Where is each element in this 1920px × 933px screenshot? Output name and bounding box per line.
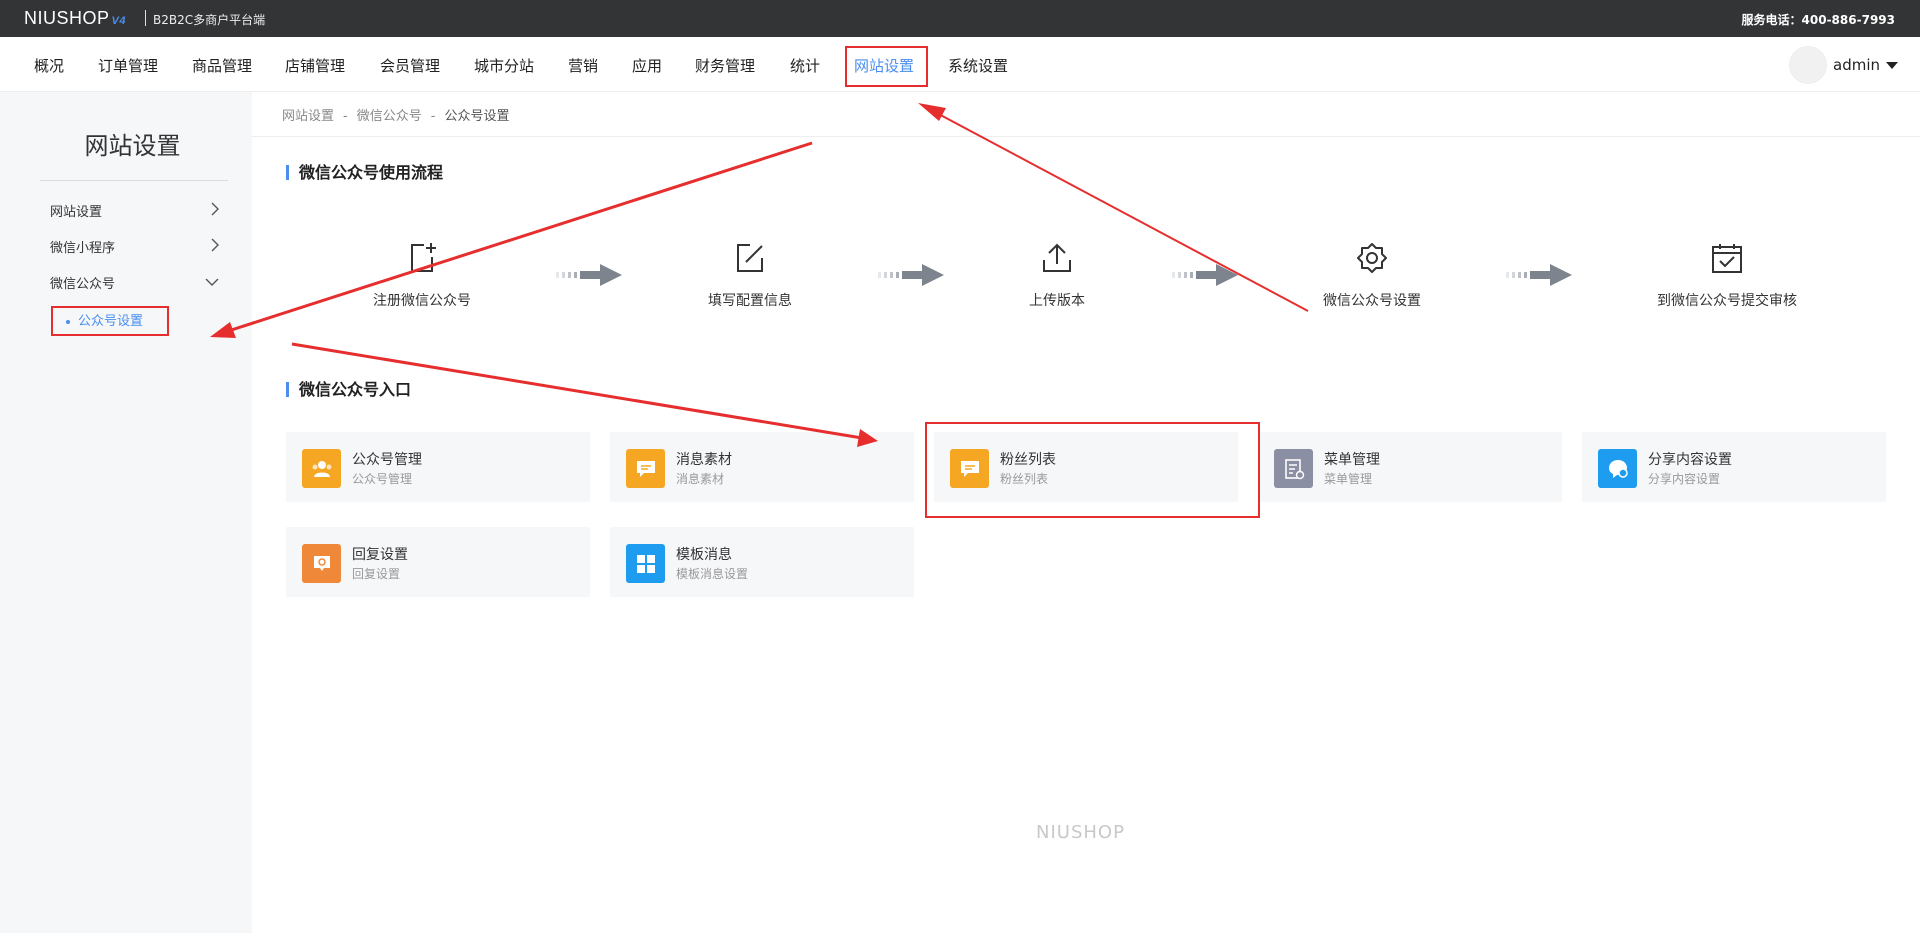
breadcrumb: 网站设置 - 微信公众号 - 公众号设置 <box>282 109 510 124</box>
breadcrumb-divider <box>252 136 1920 137</box>
footer-logo: NIUSHOP <box>1036 822 1125 843</box>
chevron-right-icon <box>211 202 219 216</box>
edit-icon <box>737 244 763 272</box>
card-desc: 公众号管理 <box>352 472 413 486</box>
card-share-settings[interactable]: 分享内容设置 分享内容设置 <box>1582 432 1886 502</box>
card-title: 公众号管理 <box>352 452 422 468</box>
sidebar: 网站设置 网站设置 微信小程序 微信公众号 公众号设置 <box>0 92 252 933</box>
card-title: 模板消息 <box>676 547 732 563</box>
chevron-right-icon <box>211 238 219 252</box>
user-menu[interactable]: admin <box>1789 46 1898 84</box>
template-icon <box>626 544 665 583</box>
menu-icon <box>1274 449 1313 488</box>
sidebar-item-label: 微信小程序 <box>50 241 116 256</box>
sidebar-divider <box>40 180 228 181</box>
card-title: 分享内容设置 <box>1648 452 1732 468</box>
nav-item-overview[interactable]: 概况 <box>34 55 64 76</box>
step-connector-arrow <box>1506 264 1572 286</box>
breadcrumb-item[interactable]: 微信公众号 <box>357 109 422 124</box>
card-message-material[interactable]: 消息素材 消息素材 <box>610 432 914 502</box>
card-menu-management[interactable]: 菜单管理 菜单管理 <box>1258 432 1562 502</box>
message-icon <box>626 449 665 488</box>
step-connector-arrow <box>1172 264 1238 286</box>
annotation-box-fans-card <box>925 422 1260 518</box>
share-icon <box>1598 449 1637 488</box>
card-title: 菜单管理 <box>1324 452 1380 468</box>
nav-item-system-settings[interactable]: 系统设置 <box>948 55 1008 76</box>
step-submit-review: 到微信公众号提交审核 <box>1627 240 1827 310</box>
logo-divider <box>145 10 146 26</box>
brand-logo[interactable]: NIUSHOP V4 <box>24 8 126 29</box>
sidebar-title: 网站设置 <box>84 132 181 160</box>
service-hotline: 服务电话：400-886-7993 <box>1741 13 1895 27</box>
add-page-icon <box>411 243 436 272</box>
entry-section-title: 微信公众号入口 <box>286 382 411 398</box>
avatar <box>1789 46 1827 84</box>
nav-item-shops[interactable]: 店铺管理 <box>285 55 345 76</box>
step-register: 注册微信公众号 <box>322 240 522 310</box>
nav-item-members[interactable]: 会员管理 <box>380 55 440 76</box>
breadcrumb-current: 公众号设置 <box>444 109 510 124</box>
step-account-settings: 微信公众号设置 <box>1272 240 1472 310</box>
nav-item-marketing[interactable]: 营销 <box>568 55 598 76</box>
nav-item-statistics[interactable]: 统计 <box>790 55 820 76</box>
reply-icon <box>302 544 341 583</box>
top-bar: NIUSHOP V4 B2B2C多商户平台端 服务电话：400-886-7993 <box>0 0 1920 37</box>
step-config: 填写配置信息 <box>650 240 850 310</box>
breadcrumb-item[interactable]: 网站设置 <box>282 109 334 124</box>
sidebar-item-label: 网站设置 <box>50 205 103 220</box>
calendar-check-icon <box>1712 244 1742 273</box>
nav-item-goods[interactable]: 商品管理 <box>192 55 252 76</box>
chevron-down-icon <box>205 278 219 286</box>
caret-down-icon <box>1886 61 1898 69</box>
card-desc: 回复设置 <box>352 567 401 581</box>
card-desc: 消息素材 <box>676 472 725 486</box>
process-section-title: 微信公众号使用流程 <box>286 165 443 181</box>
card-reply-settings[interactable]: 回复设置 回复设置 <box>286 527 590 597</box>
step-connector-arrow <box>878 264 944 286</box>
annotation-box-nav <box>845 46 928 87</box>
nav-item-apps[interactable]: 应用 <box>632 55 662 76</box>
gear-icon <box>1357 243 1387 273</box>
nav-item-orders[interactable]: 订单管理 <box>98 55 158 76</box>
users-icon <box>302 449 341 488</box>
card-title: 消息素材 <box>676 452 732 468</box>
sidebar-item-mini-program[interactable]: 微信小程序 <box>50 237 220 256</box>
sidebar-item-label: 微信公众号 <box>50 277 116 292</box>
annotation-box-sidebar <box>51 306 169 336</box>
step-connector-arrow <box>556 264 622 286</box>
user-name: admin <box>1833 56 1880 74</box>
main-nav: 概况 订单管理 商品管理 店铺管理 会员管理 城市分站 营销 应用 财务管理 统… <box>0 37 1920 92</box>
upload-icon <box>1043 243 1071 272</box>
platform-subtitle: B2B2C多商户平台端 <box>153 13 266 27</box>
sidebar-item-website-settings[interactable]: 网站设置 <box>50 201 220 220</box>
nav-item-city-station[interactable]: 城市分站 <box>474 55 534 76</box>
nav-item-finance[interactable]: 财务管理 <box>695 55 755 76</box>
card-desc: 菜单管理 <box>1324 472 1373 486</box>
card-desc: 模板消息设置 <box>676 567 749 581</box>
card-account-management[interactable]: 公众号管理 公众号管理 <box>286 432 590 502</box>
card-desc: 分享内容设置 <box>1648 472 1721 486</box>
card-title: 回复设置 <box>352 547 408 563</box>
sidebar-item-official-account[interactable]: 微信公众号 <box>50 273 220 292</box>
step-upload: 上传版本 <box>957 240 1157 310</box>
card-template-message[interactable]: 模板消息 模板消息设置 <box>610 527 914 597</box>
